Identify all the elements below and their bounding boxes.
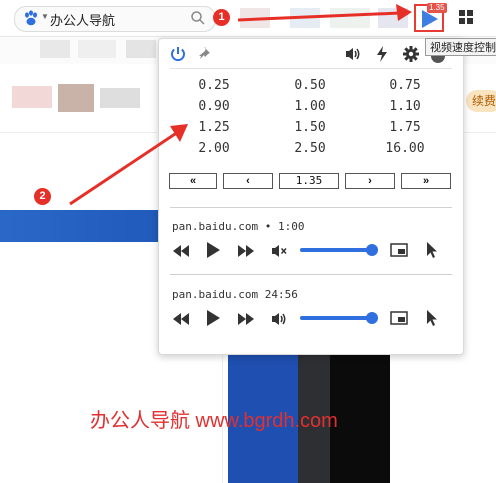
fast-forward-icon[interactable]: [237, 312, 255, 326]
speed-option[interactable]: 1.10: [365, 99, 445, 114]
blurred-tab: [330, 8, 370, 28]
speed-badge: 1.35: [427, 3, 447, 13]
speed-option[interactable]: 0.75: [365, 78, 445, 93]
volume-slider-thumb[interactable]: [366, 244, 378, 256]
blurred-thumbnail: [100, 88, 140, 108]
cursor-pointer-icon[interactable]: [425, 241, 439, 259]
renew-pill[interactable]: 续费: [466, 90, 496, 112]
blurred-tab: [240, 8, 270, 28]
baidu-paw-icon: [25, 10, 37, 26]
blurred-tab: [290, 8, 320, 28]
fast-forward-button[interactable]: »: [401, 173, 451, 189]
speed-option[interactable]: 0.90: [174, 99, 254, 114]
speed-option[interactable]: 1.25: [174, 120, 254, 135]
speed-option[interactable]: 0.25: [174, 78, 254, 93]
back-button[interactable]: ‹: [223, 173, 273, 189]
volume-slider-fill: [300, 316, 372, 320]
extension-tooltip: 视频速度控制: [425, 38, 496, 56]
blurred-thumbnail: [58, 84, 94, 112]
watermark-text: 办公人导航 www.bgrdh.com: [90, 410, 338, 432]
cursor-pointer-icon[interactable]: [425, 309, 439, 327]
media-divider: [170, 274, 452, 275]
popup-header-divider: [170, 68, 452, 69]
speed-option[interactable]: 1.75: [365, 120, 445, 135]
forward-button[interactable]: ›: [345, 173, 395, 189]
extensions-grid-icon[interactable]: [458, 9, 474, 25]
volume-slider[interactable]: [300, 311, 378, 325]
blurred-thumbnail: [12, 86, 52, 108]
play-icon[interactable]: [205, 309, 221, 327]
speed-option[interactable]: 1.00: [270, 99, 350, 114]
speed-option[interactable]: 1.50: [270, 120, 350, 135]
picture-in-picture-icon[interactable]: [390, 243, 408, 257]
gear-icon[interactable]: [402, 45, 420, 63]
current-speed-field[interactable]: 1.35: [279, 173, 339, 189]
speed-option[interactable]: 0.50: [270, 78, 350, 93]
search-text[interactable]: 办公人导航: [50, 10, 115, 29]
annotation-step-2: 2: [34, 188, 51, 205]
blurred-tab: [378, 8, 408, 28]
search-icon[interactable]: [190, 10, 206, 26]
media-title: pan.baidu.com 24:56: [172, 288, 298, 301]
speed-option[interactable]: 16.00: [365, 141, 445, 156]
media-divider: [170, 207, 452, 208]
fast-forward-icon[interactable]: [237, 244, 255, 258]
blurred-nav-item: [126, 40, 156, 58]
volume-icon[interactable]: [344, 46, 362, 62]
pin-icon[interactable]: [197, 45, 215, 63]
volume-slider-thumb[interactable]: [366, 312, 378, 324]
power-icon[interactable]: [169, 45, 187, 63]
blurred-nav-item: [40, 40, 70, 58]
volume-icon[interactable]: [270, 311, 288, 327]
fast-back-button[interactable]: «: [169, 173, 217, 189]
video-frame-black: [330, 352, 390, 483]
speed-option[interactable]: 2.00: [174, 141, 254, 156]
volume-slider[interactable]: [300, 243, 378, 257]
speed-option[interactable]: 2.50: [270, 141, 350, 156]
play-icon[interactable]: [205, 241, 221, 259]
blurred-nav-item: [78, 40, 116, 58]
volume-slider-fill: [300, 248, 372, 252]
picture-in-picture-icon[interactable]: [390, 311, 408, 325]
rewind-icon[interactable]: [172, 244, 190, 258]
media-title: pan.baidu.com • 1:00: [172, 220, 305, 233]
mute-icon[interactable]: [270, 243, 288, 259]
annotation-step-1: 1: [213, 9, 230, 26]
rewind-icon[interactable]: [172, 312, 190, 326]
chevron-down-icon[interactable]: ▼: [41, 12, 49, 21]
lightning-icon[interactable]: [375, 45, 389, 63]
